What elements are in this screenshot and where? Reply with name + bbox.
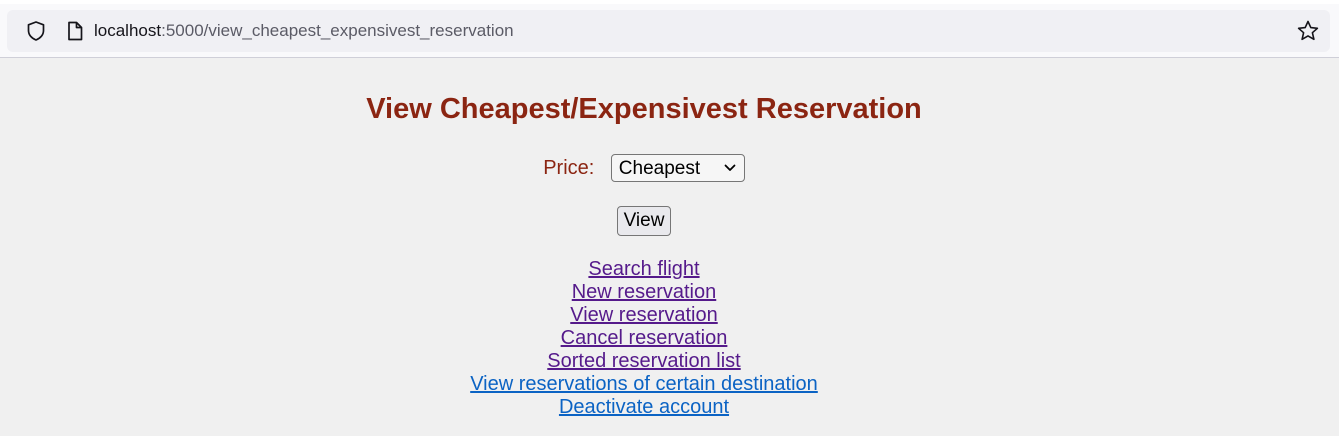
link-deactivate-account[interactable]: Deactivate account bbox=[0, 396, 1288, 419]
link-sorted-reservation-list[interactable]: Sorted reservation list bbox=[0, 350, 1288, 373]
page-icon[interactable] bbox=[64, 20, 86, 42]
price-label: Price: bbox=[543, 156, 595, 179]
shield-icon[interactable] bbox=[25, 20, 47, 42]
link-search-flight[interactable]: Search flight bbox=[0, 258, 1288, 281]
link-cancel-reservation[interactable]: Cancel reservation bbox=[0, 327, 1288, 350]
url-path: :5000/view_cheapest_expensivest_reservat… bbox=[161, 21, 514, 40]
price-select-value: Cheapest bbox=[618, 158, 701, 179]
link-new-reservation[interactable]: New reservation bbox=[0, 281, 1288, 304]
nav-links: Search flight New reservation View reser… bbox=[0, 258, 1288, 419]
url-host: localhost bbox=[94, 21, 162, 40]
price-row: Price: Cheapest bbox=[0, 154, 1288, 182]
page-title: View Cheapest/Expensivest Reservation bbox=[366, 93, 922, 125]
view-button[interactable]: View bbox=[617, 206, 671, 236]
bookmark-star-icon[interactable] bbox=[1296, 19, 1320, 43]
link-view-reservation[interactable]: View reservation bbox=[0, 304, 1288, 327]
url-text[interactable]: localhost:5000/view_cheapest_expensivest… bbox=[94, 21, 514, 41]
link-view-reservations-destination[interactable]: View reservations of certain destination bbox=[0, 373, 1288, 396]
address-bar[interactable]: localhost:5000/view_cheapest_expensivest… bbox=[7, 10, 1330, 52]
browser-toolbar: localhost:5000/view_cheapest_expensivest… bbox=[0, 4, 1339, 58]
chevron-down-icon bbox=[724, 164, 736, 171]
page-content: View Cheapest/Expensivest Reservation Pr… bbox=[0, 58, 1339, 436]
price-select[interactable]: Cheapest bbox=[610, 154, 745, 182]
